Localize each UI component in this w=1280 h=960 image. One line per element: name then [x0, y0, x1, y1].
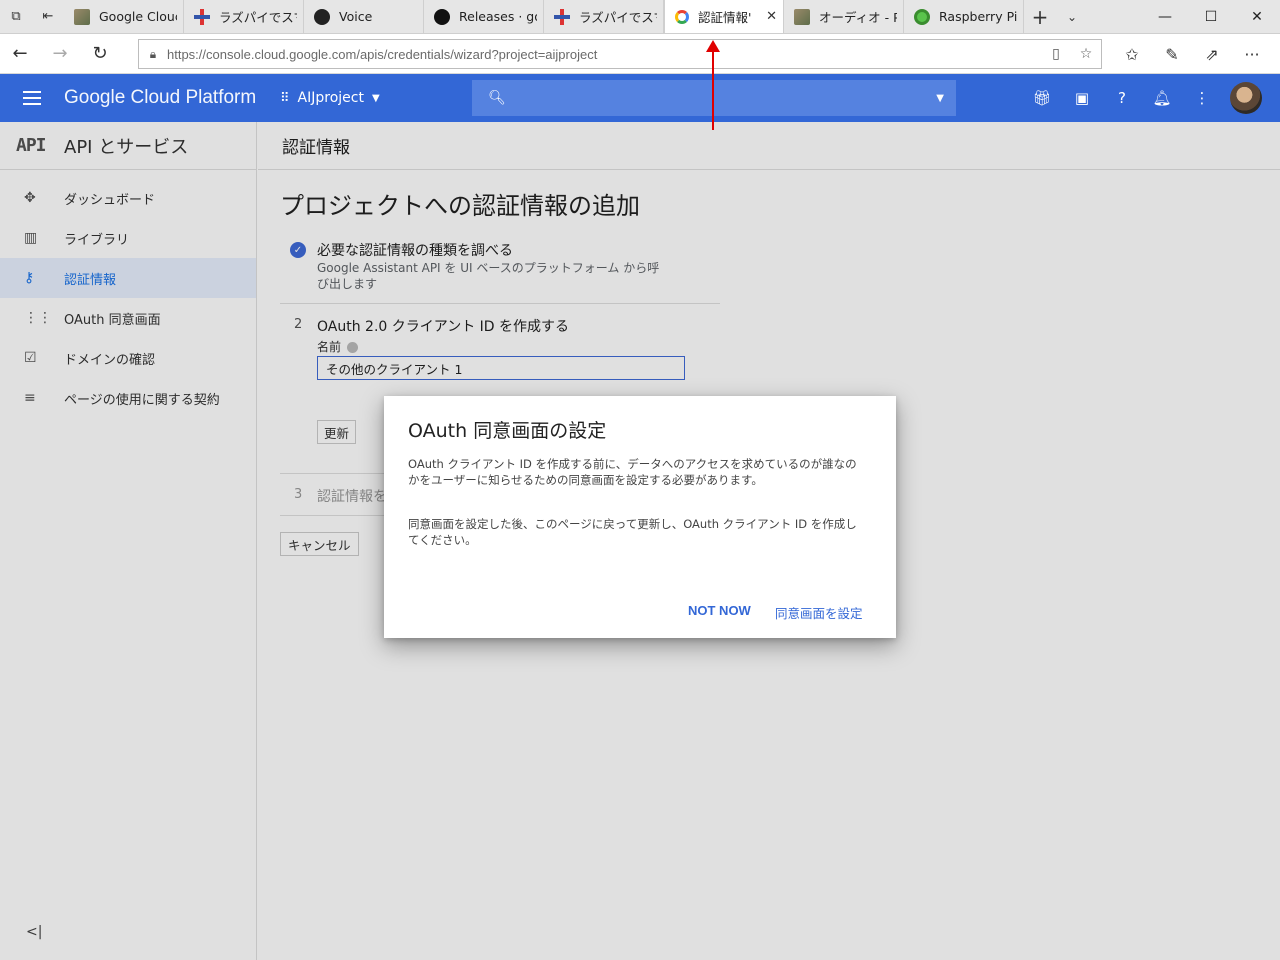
set-tabs-aside-icon[interactable]: ⇤: [32, 0, 64, 33]
close-tab-icon[interactable]: ✕: [766, 9, 777, 24]
gift-icon[interactable]: 🎁︎: [1022, 89, 1062, 107]
browser-tab[interactable]: オーディオ - Puk: [784, 0, 904, 33]
browser-tab[interactable]: Voice: [304, 0, 424, 33]
photo-favicon-icon: [794, 8, 810, 25]
red-annotation-arrow: [706, 40, 720, 130]
header-icons: 🎁︎ ▣ ? 🔔︎ ⋮: [1022, 74, 1262, 122]
raspberry-favicon-icon: [914, 8, 930, 25]
tab-title: Google Clouc: [99, 9, 177, 24]
github-favicon-icon: [434, 8, 450, 25]
browser-tab[interactable]: Releases · goc: [424, 0, 544, 33]
project-name: AIJproject: [297, 90, 364, 106]
browser-tab[interactable]: Google Clouc: [64, 0, 184, 33]
photo-favicon-icon: [74, 8, 90, 25]
gcp-logo-title[interactable]: Google Cloud Platform: [64, 87, 274, 109]
tab-title: Releases · goc: [459, 9, 537, 24]
cross-favicon-icon: [194, 8, 210, 25]
tab-preview-icon[interactable]: ⧉: [0, 0, 32, 33]
search-icon: 🔍︎: [488, 90, 506, 106]
tab-title: Raspberry Pi3: [939, 9, 1017, 24]
tab-title: 認証情報': [698, 10, 752, 25]
tab-title: ラズパイでスマー: [579, 10, 657, 25]
dialog-paragraph: OAuth クライアント ID を作成する前に、データへのアクセスを求めているの…: [408, 457, 857, 487]
lock-icon: 🔒︎: [149, 46, 157, 61]
maximize-icon[interactable]: ☐: [1188, 0, 1234, 34]
favorites-icon[interactable]: ✩: [1112, 34, 1152, 74]
url-text[interactable]: https://console.cloud.google.com/apis/cr…: [167, 47, 1041, 62]
window-controls: — ☐ ✕: [1142, 0, 1280, 34]
reading-view-icon[interactable]: ▯: [1041, 46, 1071, 62]
browser-tab-active[interactable]: 認証情報' ✕: [664, 0, 784, 33]
browser-tab[interactable]: ラズパイでスマー: [184, 0, 304, 33]
pen-icon[interactable]: ✎: [1152, 34, 1192, 74]
not-now-button[interactable]: NOT NOW: [688, 603, 751, 618]
more-vert-icon[interactable]: ⋮: [1182, 89, 1222, 107]
back-icon[interactable]: ←: [0, 34, 40, 74]
new-tab-icon[interactable]: +: [1024, 0, 1056, 33]
forward-icon[interactable]: →: [40, 34, 80, 74]
share-icon[interactable]: ⇗: [1192, 34, 1232, 74]
avatar[interactable]: [1230, 82, 1262, 114]
tab-title: オーディオ - Puk: [819, 10, 897, 25]
search-caret-icon[interactable]: ▼: [936, 93, 944, 104]
close-window-icon[interactable]: ✕: [1234, 0, 1280, 34]
project-selector[interactable]: ⠿ AIJproject ▼: [280, 90, 380, 106]
tab-title: Voice: [339, 9, 373, 24]
tab-list-chevron-icon[interactable]: ⌄: [1056, 0, 1088, 33]
browser-tools: ✩ ✎ ⇗ ···: [1112, 34, 1272, 74]
project-icon: ⠿: [280, 90, 290, 106]
configure-consent-button[interactable]: 同意画面を設定: [775, 603, 863, 622]
minimize-icon[interactable]: —: [1142, 0, 1188, 34]
notifications-bell-icon[interactable]: 🔔︎: [1142, 89, 1182, 107]
cloud-shell-icon[interactable]: ▣: [1062, 89, 1102, 107]
dialog-paragraph: 同意画面を設定した後、このページに戻って更新し、OAuth クライアント ID …: [408, 517, 857, 547]
tab-title: ラズパイでスマー: [219, 10, 297, 25]
cross-favicon-icon: [554, 8, 570, 25]
dialog-title: OAuth 同意画面の設定: [408, 420, 607, 442]
oauth-consent-dialog: OAuth 同意画面の設定 OAuth クライアント ID を作成する前に、デー…: [384, 396, 896, 638]
gcp-top-bar: Google Cloud Platform ⠿ AIJproject ▼ 🔍︎ …: [0, 74, 1280, 122]
browser-tab[interactable]: Raspberry Pi3: [904, 0, 1024, 33]
voice-favicon-icon: [314, 8, 330, 25]
refresh-icon[interactable]: ↻: [80, 34, 120, 74]
more-menu-icon[interactable]: ···: [1232, 34, 1272, 74]
favorite-star-icon[interactable]: ☆: [1071, 46, 1101, 62]
address-bar-row: ← → ↻ 🔒︎ https://console.cloud.google.co…: [0, 34, 1280, 74]
url-field[interactable]: 🔒︎ https://console.cloud.google.com/apis…: [138, 39, 1102, 69]
google-favicon-icon: [675, 9, 689, 24]
help-icon[interactable]: ?: [1102, 89, 1142, 107]
hamburger-menu-icon[interactable]: [0, 97, 64, 99]
caret-down-icon: ▼: [371, 92, 380, 104]
browser-tab[interactable]: ラズパイでスマー: [544, 0, 664, 33]
browser-tab-strip: ⧉ ⇤ Google Clouc ラズパイでスマー Voice Releases…: [0, 0, 1280, 34]
